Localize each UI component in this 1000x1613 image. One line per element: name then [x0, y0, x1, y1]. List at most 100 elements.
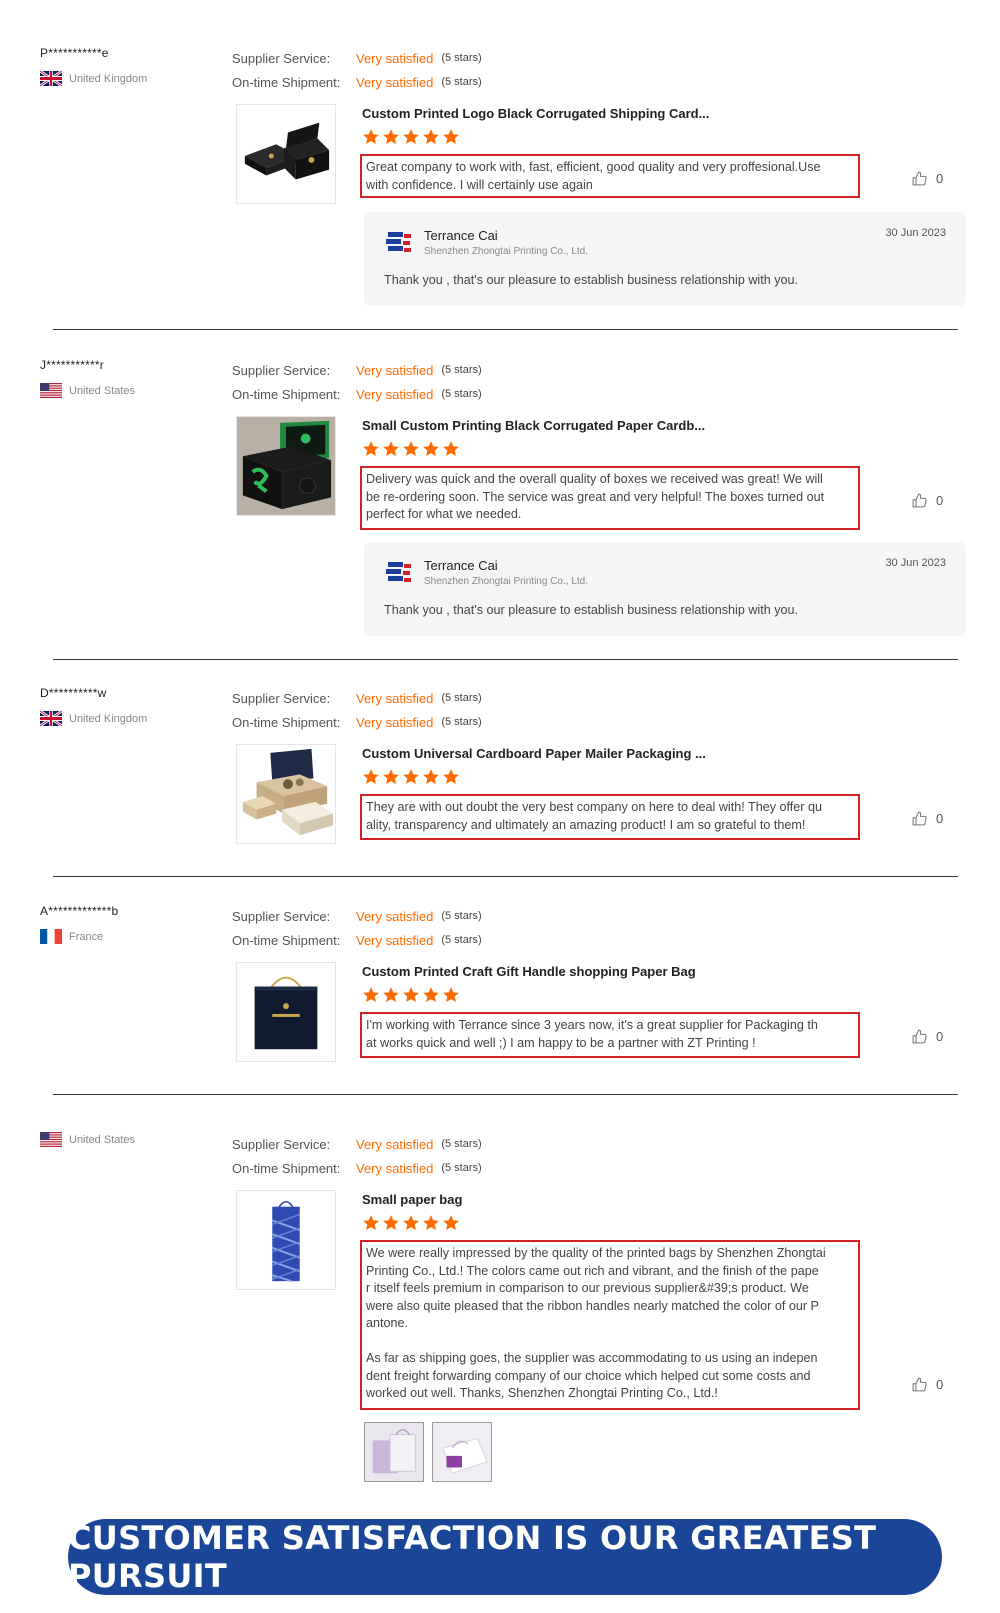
star-icon: [383, 1215, 399, 1231]
product-thumbnail[interactable]: [236, 416, 336, 516]
reply-author: Terrance Cai: [424, 558, 498, 573]
star-rating: [362, 128, 460, 146]
supplier-service-stars: (5 stars): [441, 692, 482, 704]
supplier-service-value: Very satisfied: [356, 1136, 434, 1152]
review-comment: Delivery was quick and the overall quali…: [360, 466, 860, 530]
product-title[interactable]: Small Custom Printing Black Corrugated P…: [362, 418, 705, 433]
product-title[interactable]: Custom Printed Craft Gift Handle shoppin…: [362, 964, 696, 979]
like-count: 0: [936, 1377, 944, 1392]
supplier-service-label: Supplier Service:: [232, 908, 331, 924]
reviewer-country: United Kingdom: [40, 71, 220, 86]
supplier-service-label: Supplier Service:: [232, 362, 331, 378]
like-button[interactable]: 0: [911, 492, 943, 509]
like-button[interactable]: 0: [911, 810, 943, 827]
review-photo[interactable]: [432, 1422, 492, 1482]
company-logo-icon: [386, 562, 411, 582]
star-icon: [443, 987, 459, 1003]
supplier-service-stars: (5 stars): [441, 910, 482, 922]
shipment-stars: (5 stars): [441, 388, 482, 400]
product-thumbnail[interactable]: [236, 962, 336, 1062]
review-photo[interactable]: [364, 1422, 424, 1482]
supplier-reply: Terrance Cai Shenzhen Zhongtai Printing …: [364, 212, 966, 306]
star-icon: [363, 441, 379, 457]
reviewer-info: A*************b France: [40, 904, 220, 944]
reply-text: Thank you , that's our pleasure to estab…: [384, 603, 799, 617]
star-icon: [363, 1215, 379, 1231]
shipment-value: Very satisfied: [356, 1160, 434, 1176]
shipment-label: On-time Shipment:: [232, 386, 341, 402]
mailer-box-image: [237, 745, 335, 843]
ratings-summary: Supplier Service: Very satisfied (5 star…: [232, 686, 482, 734]
shipment-label: On-time Shipment:: [232, 714, 341, 730]
reviewer-country: United States: [40, 383, 220, 398]
shipment-label: On-time Shipment:: [232, 74, 341, 90]
divider: [53, 876, 958, 877]
reviewer-name: P***********e: [40, 46, 109, 60]
like-count: 0: [936, 171, 944, 186]
ratings-summary: Supplier Service: Very satisfied (5 star…: [232, 358, 482, 406]
star-icon: [363, 129, 379, 145]
star-icon: [423, 1215, 439, 1231]
satisfaction-banner: CUSTOMER SATISFACTION IS OUR GREATEST PU…: [68, 1519, 942, 1595]
star-icon: [383, 129, 399, 145]
shipment-value: Very satisfied: [356, 74, 434, 90]
shipment-value: Very satisfied: [356, 714, 434, 730]
reply-date: 30 Jun 2023: [885, 557, 946, 569]
shipment-stars: (5 stars): [441, 934, 482, 946]
like-count: 0: [936, 1029, 944, 1044]
reviewer-info: United States: [40, 1132, 220, 1147]
star-icon: [383, 769, 399, 785]
uk-flag-icon: [40, 71, 62, 86]
supplier-service-stars: (5 stars): [441, 364, 482, 376]
reply-company: Shenzhen Zhongtai Printing Co., Ltd.: [424, 576, 588, 587]
star-rating: [362, 986, 460, 1004]
like-button[interactable]: 0: [911, 1376, 943, 1393]
ratings-summary: Supplier Service: Very satisfied (5 star…: [232, 46, 482, 94]
like-count: 0: [936, 811, 944, 826]
product-thumbnail[interactable]: [236, 1190, 336, 1290]
supplier-service-label: Supplier Service:: [232, 50, 331, 66]
star-icon: [443, 1215, 459, 1231]
shipment-value: Very satisfied: [356, 386, 434, 402]
star-rating: [362, 768, 460, 786]
ratings-summary: Supplier Service: Very satisfied (5 star…: [232, 904, 482, 952]
star-icon: [423, 441, 439, 457]
product-thumbnail[interactable]: [236, 744, 336, 844]
review-comment: Great company to work with, fast, effici…: [360, 154, 860, 198]
review-comment: They are with out doubt the very best co…: [360, 794, 860, 840]
product-title[interactable]: Custom Printed Logo Black Corrugated Shi…: [362, 106, 709, 121]
paper-bag-image: [237, 1191, 335, 1289]
country-name: United States: [69, 1133, 136, 1146]
gift-bag-image: [237, 963, 335, 1061]
star-icon: [443, 129, 459, 145]
country-name: United States: [69, 384, 136, 397]
product-thumbnail[interactable]: [236, 104, 336, 204]
star-rating: [362, 440, 460, 458]
shipment-stars: (5 stars): [441, 76, 482, 88]
like-button[interactable]: 0: [911, 170, 943, 187]
shipment-label: On-time Shipment:: [232, 1160, 341, 1176]
review-comment: I'm working with Terrance since 3 years …: [360, 1012, 860, 1058]
reviewer-info: D**********w United Kingdom: [40, 686, 220, 726]
star-icon: [443, 441, 459, 457]
star-icon: [423, 769, 439, 785]
photo-bag-image: [365, 1423, 423, 1481]
black-box-image: [237, 105, 335, 203]
reply-date: 30 Jun 2023: [885, 227, 946, 239]
thumbs-up-icon: [912, 1029, 927, 1044]
country-name: France: [69, 930, 104, 943]
product-title[interactable]: Custom Universal Cardboard Paper Mailer …: [362, 746, 706, 761]
like-button[interactable]: 0: [911, 1028, 943, 1045]
country-name: United Kingdom: [69, 712, 148, 725]
supplier-service-stars: (5 stars): [441, 52, 482, 64]
supplier-service-label: Supplier Service:: [232, 1136, 331, 1152]
supplier-service-value: Very satisfied: [356, 908, 434, 924]
supplier-service-label: Supplier Service:: [232, 690, 331, 706]
thumbs-up-icon: [912, 811, 927, 826]
shipment-stars: (5 stars): [441, 1162, 482, 1174]
star-icon: [383, 987, 399, 1003]
product-title[interactable]: Small paper bag: [362, 1192, 462, 1207]
reviewer-info: P***********e United Kingdom: [40, 46, 220, 86]
divider: [53, 1094, 958, 1095]
supplier-service-stars: (5 stars): [441, 1138, 482, 1150]
